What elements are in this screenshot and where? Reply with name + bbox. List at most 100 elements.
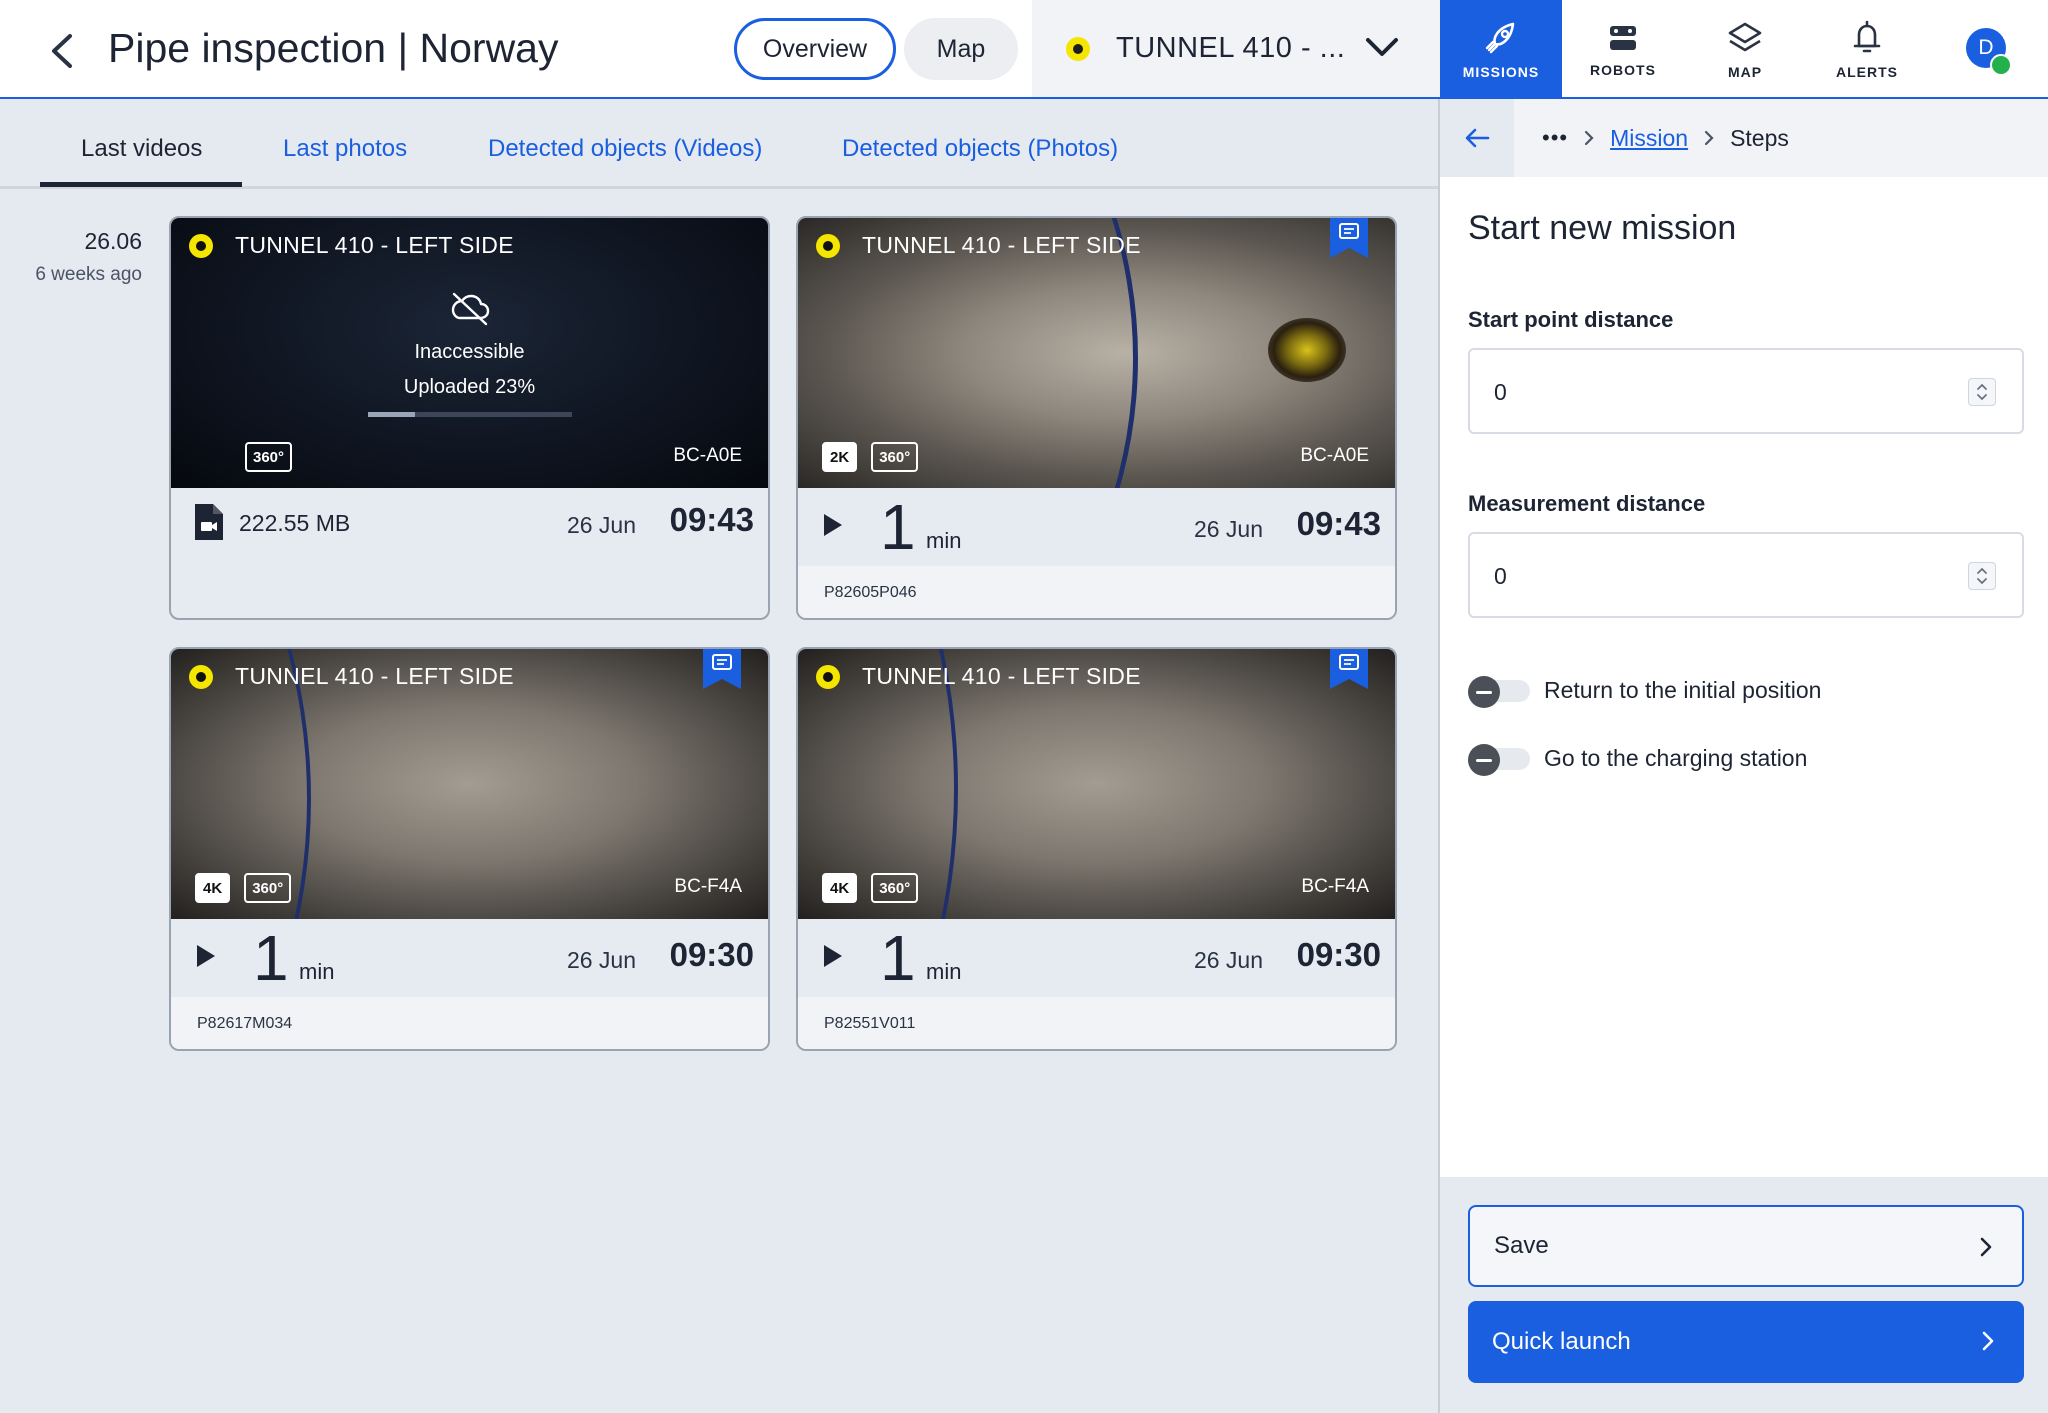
play-icon[interactable] [822,512,844,538]
card-title: TUNNEL 410 - LEFT SIDE [235,663,514,689]
page-title: Pipe inspection | Norway [108,25,559,71]
video-thumbnail: TUNNEL 410 - LEFT SIDE Inaccessible Uplo… [171,218,768,488]
tab-last-photos[interactable]: Last photos [283,135,407,163]
return-initial-toggle[interactable] [1468,676,1530,708]
nav-robots[interactable]: ROBOTS [1562,0,1684,99]
measurement-input[interactable] [1494,560,1934,592]
360-badge: 360° [245,442,293,472]
tab-detected-videos[interactable]: Detected objects (Videos) [488,135,762,163]
nav-alerts[interactable]: ALERTS [1806,0,1928,99]
4k-badge: 4K [195,873,231,903]
duration-value: 1 [880,491,916,563]
comment-bookmark-icon[interactable] [1330,218,1368,258]
chevron-right-icon [1980,1237,1992,1257]
card-title: TUNNEL 410 - LEFT SIDE [862,663,1141,689]
status-dot-icon [816,234,840,258]
comment-bookmark-icon[interactable] [1330,649,1368,689]
charging-station-toggle-row[interactable]: Go to the charging station [1468,744,1808,776]
nav-missions-label: MISSIONS [1462,63,1540,80]
comment-bookmark-icon[interactable] [703,649,741,689]
nav-map-label: MAP [1727,63,1763,80]
active-tab-indicator [40,182,242,187]
card-info: 1 min 26 Jun 09:43 [798,488,1395,566]
tab-last-videos[interactable]: Last videos [81,135,202,163]
duration-unit: min [926,959,962,984]
start-point-input[interactable] [1494,376,1934,408]
toggle-knob [1468,676,1500,708]
quick-launch-label: Quick launch [1492,1328,1631,1355]
tunnel-select[interactable]: TUNNEL 410 - ... [1032,0,1440,97]
status-dot-icon [189,665,213,689]
start-point-stepper[interactable] [1968,378,1996,406]
date-group-day: 26.06 [84,228,142,254]
robot-id: BC-A0E [673,445,742,466]
return-initial-toggle-row[interactable]: Return to the initial position [1468,676,1822,708]
top-navigation: MISSIONS ROBOTS MAP ALERTS [1440,0,1928,99]
video-thumbnail: TUNNEL 410 - LEFT SIDE 4K 360° BC-F4A [171,649,768,919]
card-time: 09:30 [1296,936,1381,973]
badge-row: 2K 360° [822,442,919,472]
stepper-arrows-icon [1977,383,1987,401]
mission-panel: ••• Mission Steps Start new mission Star… [1438,99,2048,1413]
video-card[interactable]: TUNNEL 410 - LEFT SIDE 2K 360° BC-A0E 1 … [796,216,1397,620]
video-card[interactable]: TUNNEL 410 - LEFT SIDE 4K 360° BC-F4A 1 … [796,647,1397,1051]
duration-unit: min [299,959,335,984]
card-date: 26 Jun [1193,947,1263,973]
measurement-label: Measurement distance [1468,491,1706,516]
breadcrumb-mission-link[interactable]: Mission [1610,125,1688,152]
panel-title: Start new mission [1468,209,1737,247]
bell-icon [1853,20,1881,52]
stepper-arrows-icon [1977,567,1987,585]
save-button-label: Save [1494,1232,1549,1259]
quick-launch-button[interactable]: Quick launch [1468,1301,2024,1383]
card-time: 09:30 [669,936,754,973]
return-initial-label: Return to the initial position [1544,676,1822,703]
measurement-stepper[interactable] [1968,562,1996,590]
badge-row: 4K 360° [822,873,919,903]
video-tabs: Last videos Last photos Detected objects… [0,99,1438,189]
date-group-relative: 6 weeks ago [35,264,142,285]
play-icon[interactable] [195,943,217,969]
card-date: 26 Jun [566,947,636,973]
video-code: P82551V011 [798,997,1395,1049]
card-info: 1 min 26 Jun 09:30 [798,919,1395,997]
map-toggle-button[interactable]: Map [904,18,1018,80]
nav-map[interactable]: MAP [1684,0,1806,99]
charging-station-label: Go to the charging station [1544,744,1808,771]
measurement-field[interactable] [1468,532,2024,618]
chevron-right-icon [1585,130,1594,146]
tunnel-select-value: TUNNEL 410 - ... [1116,32,1346,64]
back-button[interactable] [40,26,84,76]
app-header: Pipe inspection | Norway Overview Map TU… [0,0,2048,99]
video-card[interactable]: TUNNEL 410 - LEFT SIDE 4K 360° BC-F4A 1 … [169,647,770,1051]
charging-station-toggle[interactable] [1468,744,1530,776]
video-thumbnail: TUNNEL 410 - LEFT SIDE 4K 360° BC-F4A [798,649,1395,919]
nav-robots-label: ROBOTS [1590,61,1656,78]
chevron-right-icon [1982,1331,1994,1351]
status-dot-icon [189,234,213,258]
robot-icon [1610,25,1636,50]
upload-progress-bar [368,412,572,417]
video-card[interactable]: TUNNEL 410 - LEFT SIDE Inaccessible Uplo… [169,216,770,620]
play-icon[interactable] [822,943,844,969]
video-code: P82605P046 [798,566,1395,618]
start-point-field[interactable] [1468,348,2024,434]
card-date: 26 Jun [566,512,636,538]
card-title: TUNNEL 410 - LEFT SIDE [862,232,1141,258]
overview-toggle-button[interactable]: Overview [734,18,896,80]
breadcrumb: ••• Mission Steps [1514,99,2048,177]
video-file-icon [195,504,223,540]
breadcrumb-bar: ••• Mission Steps [1440,99,2048,177]
save-button[interactable]: Save [1468,1205,2024,1287]
chevron-down-icon [1366,38,1398,56]
arrow-left-icon [1465,128,1490,148]
panel-back-button[interactable] [1440,99,1514,177]
online-status-badge [1990,54,2012,76]
tab-detected-photos[interactable]: Detected objects (Photos) [842,135,1118,163]
breadcrumb-more[interactable]: ••• [1542,125,1568,151]
video-code: P82617M034 [171,997,768,1049]
chevron-left-icon [52,34,72,68]
nav-missions[interactable]: MISSIONS [1440,0,1562,99]
robot-id: BC-A0E [1300,445,1369,466]
toggle-knob [1468,744,1500,776]
